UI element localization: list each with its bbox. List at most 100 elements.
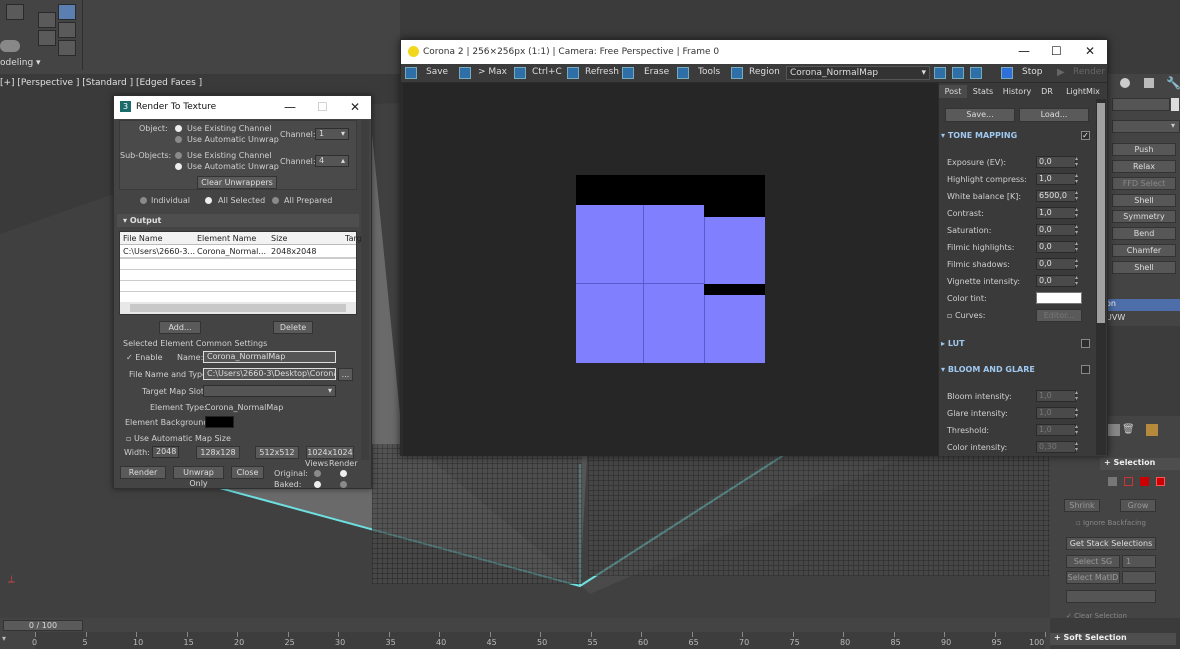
- table-row[interactable]: C:\Users\2660-3... Corona_Normal... 2048…: [120, 245, 356, 258]
- color-intensity-field[interactable]: 0,30: [1036, 441, 1076, 453]
- utilities-wrench-icon[interactable]: 🔧: [1166, 76, 1180, 90]
- select-matid-field[interactable]: [1122, 571, 1156, 584]
- select-matid-button[interactable]: Select MatID: [1066, 571, 1120, 584]
- bloom-intensity-spinner[interactable]: ▴ ▾: [1075, 390, 1082, 402]
- save-button[interactable]: Save: [426, 67, 448, 77]
- select-rotate-icon[interactable]: [58, 40, 76, 56]
- render-button[interactable]: Render: [1073, 67, 1105, 77]
- contrast-field[interactable]: 1,0: [1036, 207, 1076, 219]
- stack-item-selected[interactable]: on: [1100, 299, 1180, 311]
- tone-mapping-checkbox[interactable]: ✓: [1081, 131, 1090, 140]
- to-max-button[interactable]: > Max: [478, 67, 507, 77]
- corona-maximize-icon[interactable]: ☐: [1051, 44, 1062, 58]
- color-tint-swatch[interactable]: [1036, 292, 1082, 304]
- select-sg-field[interactable]: 1: [1122, 555, 1156, 568]
- auto-map-size-checkbox[interactable]: ▫ Use Automatic Map Size: [126, 434, 231, 443]
- channel-dropdown-1[interactable]: 1 ▾: [315, 128, 349, 140]
- material-dropdown[interactable]: [1066, 590, 1156, 603]
- target-map-slot-dropdown[interactable]: ▾: [203, 385, 336, 397]
- erase-icon[interactable]: [622, 67, 634, 79]
- post-save-button[interactable]: Save...: [945, 108, 1015, 122]
- select-by-name-icon[interactable]: [38, 12, 56, 28]
- filmic-highlights-spinner[interactable]: ▴ ▾: [1075, 241, 1082, 253]
- tab-post[interactable]: Post: [939, 85, 967, 98]
- edge-icon[interactable]: [1124, 477, 1133, 486]
- output-rollout-header[interactable]: ▾ Output: [117, 214, 359, 227]
- delete-button[interactable]: Delete: [273, 321, 313, 334]
- exposure-field[interactable]: 0,0: [1036, 156, 1076, 168]
- lut-checkbox[interactable]: [1081, 339, 1090, 348]
- corona-minimize-icon[interactable]: —: [1018, 44, 1030, 58]
- threshold-spinner[interactable]: ▴ ▾: [1075, 424, 1082, 436]
- clear-selection-checkbox[interactable]: ✓ Clear Selection: [1066, 612, 1127, 620]
- corona-title-bar[interactable]: Corona 2 | 256×256px (1:1) | Camera: Fre…: [401, 40, 1107, 64]
- configure-modifier-icon[interactable]: [1146, 424, 1158, 436]
- filmic-shadows-field[interactable]: 0,0: [1036, 258, 1076, 270]
- stack-item-uvw[interactable]: UVW: [1106, 313, 1125, 322]
- bloom-glare-header[interactable]: ▾ BLOOM AND GLARE: [941, 365, 1035, 374]
- select-move-icon[interactable]: [58, 22, 76, 38]
- individual-radio[interactable]: [140, 197, 147, 204]
- size-512-button[interactable]: 512x512: [255, 446, 299, 459]
- tone-mapping-header[interactable]: ▾ TONE MAPPING: [941, 131, 1017, 140]
- modifier-ffd-select-button[interactable]: FFD Select: [1112, 177, 1176, 190]
- time-slider-thumb[interactable]: 0 / 100: [3, 620, 83, 631]
- lut-header[interactable]: ▸ LUT: [941, 339, 965, 348]
- baked-views-radio[interactable]: [314, 481, 321, 488]
- tab-dr[interactable]: DR: [1038, 85, 1056, 98]
- tools-button[interactable]: Tools: [698, 67, 720, 77]
- ignore-backfacing-checkbox[interactable]: ▫ Ignore Backfacing: [1076, 519, 1146, 527]
- glare-intensity-spinner[interactable]: ▴ ▾: [1075, 407, 1082, 419]
- output-table[interactable]: File Name Element Name Size Targ C:\User…: [119, 231, 362, 315]
- modifier-symmetry-button[interactable]: Symmetry: [1112, 210, 1176, 223]
- clear-unwrappers-button[interactable]: Clear Unwrappers: [197, 176, 277, 189]
- white-balance-field[interactable]: 6500,0: [1036, 190, 1076, 202]
- post-panel-scrollbar[interactable]: [1096, 99, 1106, 455]
- table-scrollbar[interactable]: [120, 302, 356, 314]
- add-button[interactable]: Add...: [159, 321, 201, 334]
- region-button[interactable]: Region: [749, 67, 780, 77]
- refresh-button[interactable]: Refresh: [585, 67, 619, 77]
- select-sg-button[interactable]: Select SG: [1066, 555, 1120, 568]
- ctrlc-button[interactable]: Ctrl+C: [532, 67, 562, 77]
- tab-history[interactable]: History: [999, 85, 1035, 98]
- channel-spinner-2[interactable]: 4 ▴: [315, 155, 349, 167]
- polygon-icon[interactable]: [1140, 477, 1149, 486]
- exposure-spinner[interactable]: ▴ ▾: [1075, 156, 1082, 168]
- soft-selection-rollout-header[interactable]: + Soft Selection: [1050, 633, 1176, 645]
- tab-lightmix[interactable]: LightMix: [1061, 85, 1105, 98]
- modifier-chamfer-button[interactable]: Chamfer: [1112, 244, 1176, 257]
- delete-modifier-icon[interactable]: 🗑: [1122, 424, 1135, 435]
- object-color-swatch[interactable]: [1171, 98, 1179, 111]
- bloom-glare-checkbox[interactable]: [1081, 365, 1090, 374]
- close-button[interactable]: Close: [231, 466, 264, 479]
- display-icon[interactable]: [1120, 78, 1130, 88]
- stop-icon[interactable]: [1001, 67, 1013, 79]
- object-name-field[interactable]: [1112, 98, 1170, 111]
- copy-icon[interactable]: [514, 67, 526, 79]
- all-selected-radio[interactable]: [205, 197, 212, 204]
- rect-select-icon[interactable]: [38, 30, 56, 46]
- size-128-button[interactable]: 128x128: [196, 446, 240, 459]
- sub-auto-unwrap-radio[interactable]: [175, 163, 182, 170]
- maximize-icon[interactable]: ☐: [317, 100, 328, 114]
- viewport-label[interactable]: [+] [Perspective ] [Standard ] [Edged Fa…: [0, 78, 202, 88]
- timeline-ruler[interactable]: 0 5 10 15 20 25 30 35 40 45 50 55 60 65 70 75 80 85 90 95 10…: [32, 632, 1046, 649]
- close-icon[interactable]: ✕: [350, 100, 360, 114]
- selection-rollout-header[interactable]: + Selection: [1100, 458, 1180, 470]
- size-1024-button[interactable]: 1024x1024: [306, 446, 354, 459]
- element-bg-swatch[interactable]: [205, 416, 234, 428]
- unwrap-only-button[interactable]: Unwrap Only: [173, 466, 224, 488]
- curves-editor-button[interactable]: Editor...: [1036, 309, 1082, 322]
- filmic-highlights-field[interactable]: 0,0: [1036, 241, 1076, 253]
- bloom-intensity-field[interactable]: 1,0: [1036, 390, 1076, 402]
- contrast-spinner[interactable]: ▴ ▾: [1075, 207, 1082, 219]
- render-element-dropdown[interactable]: Corona_NormalMap ▾: [786, 66, 930, 80]
- col-element-name[interactable]: Element Name: [197, 234, 256, 243]
- modifier-push-button[interactable]: Push: [1112, 143, 1176, 156]
- modifier-relax-button[interactable]: Relax: [1112, 160, 1176, 173]
- to-max-icon[interactable]: [459, 67, 471, 79]
- erase-button[interactable]: Erase: [644, 67, 669, 77]
- enable-checkbox[interactable]: ✓ Enable: [126, 353, 163, 362]
- rtt-title-bar[interactable]: 3 Render To Texture — ☐ ✕: [114, 96, 371, 119]
